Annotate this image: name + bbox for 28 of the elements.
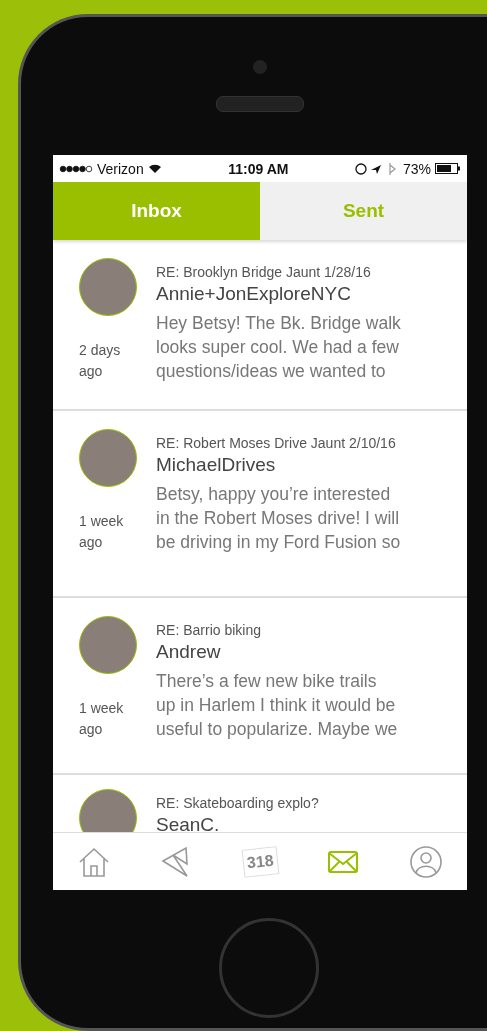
message-row[interactable]: 1 week ago RE: Barrio biking Andrew There’s a few new bike trails up in Harlem I think it would be useful to popularize. Maybe we	[53, 598, 467, 775]
message-subject: RE: Robert Moses Drive Jaunt 2/10/16	[156, 435, 397, 451]
message-row[interactable]: 2 days ago RE: Brooklyn Bridge Jaunt 1/28/16 Annie+JonExploreNYC Hey Betsy! The Bk. Bridge walk looks super cool. We had a few questions/ideas we wanted to	[53, 240, 467, 411]
message-subject: RE: Brooklyn Bridge Jaunt 1/28/16	[156, 264, 372, 280]
sender-name: Annie+JonExploreNYC	[156, 283, 352, 305]
carrier-name: Verizon	[97, 160, 144, 177]
counter-nav-button[interactable]: 318	[242, 847, 278, 876]
message-row[interactable]: 1 week ago RE: Robert Moses Drive Jaunt 2/10/16 MichaelDrives Betsy, happy you’re interested in the Robert Moses drive! I will be driving in my Ford Fusion so	[53, 411, 467, 598]
sender-name: SeanC.	[156, 814, 221, 832]
message-age: 1 week ago	[79, 512, 125, 552]
battery-percent: 73%	[402, 160, 431, 177]
profile-nav-button[interactable]	[408, 844, 443, 879]
message-subject: RE: Barrio biking	[156, 622, 263, 638]
message-age: 2 days ago	[79, 341, 122, 381]
profile-icon	[408, 844, 443, 879]
message-subject: RE: Skateboarding explo?	[156, 795, 319, 811]
avatar-photo-placeholder	[79, 789, 137, 832]
message-preview: There’s a few new bike trails up in Harlem I think it would be useful to popularize. Maybe we	[156, 670, 398, 741]
signal-icon	[59, 164, 93, 173]
message-preview: Betsy, happy you’re interested in the Robert Moses drive! I will be driving in my Ford Fusion so	[156, 483, 401, 554]
message-preview: Hey Betsy! The Bk. Bridge walk looks super cool. We had a few questions/ideas we wanted to	[156, 312, 401, 383]
wifi-icon	[147, 163, 162, 174]
battery-icon	[435, 163, 461, 174]
sender-name: Andrew	[156, 641, 222, 663]
home-button[interactable]	[219, 918, 319, 1018]
clock-time: 11:09 AM	[228, 160, 289, 177]
message-age: 1 week ago	[79, 699, 125, 739]
sender-name: MichaelDrives	[156, 454, 277, 476]
